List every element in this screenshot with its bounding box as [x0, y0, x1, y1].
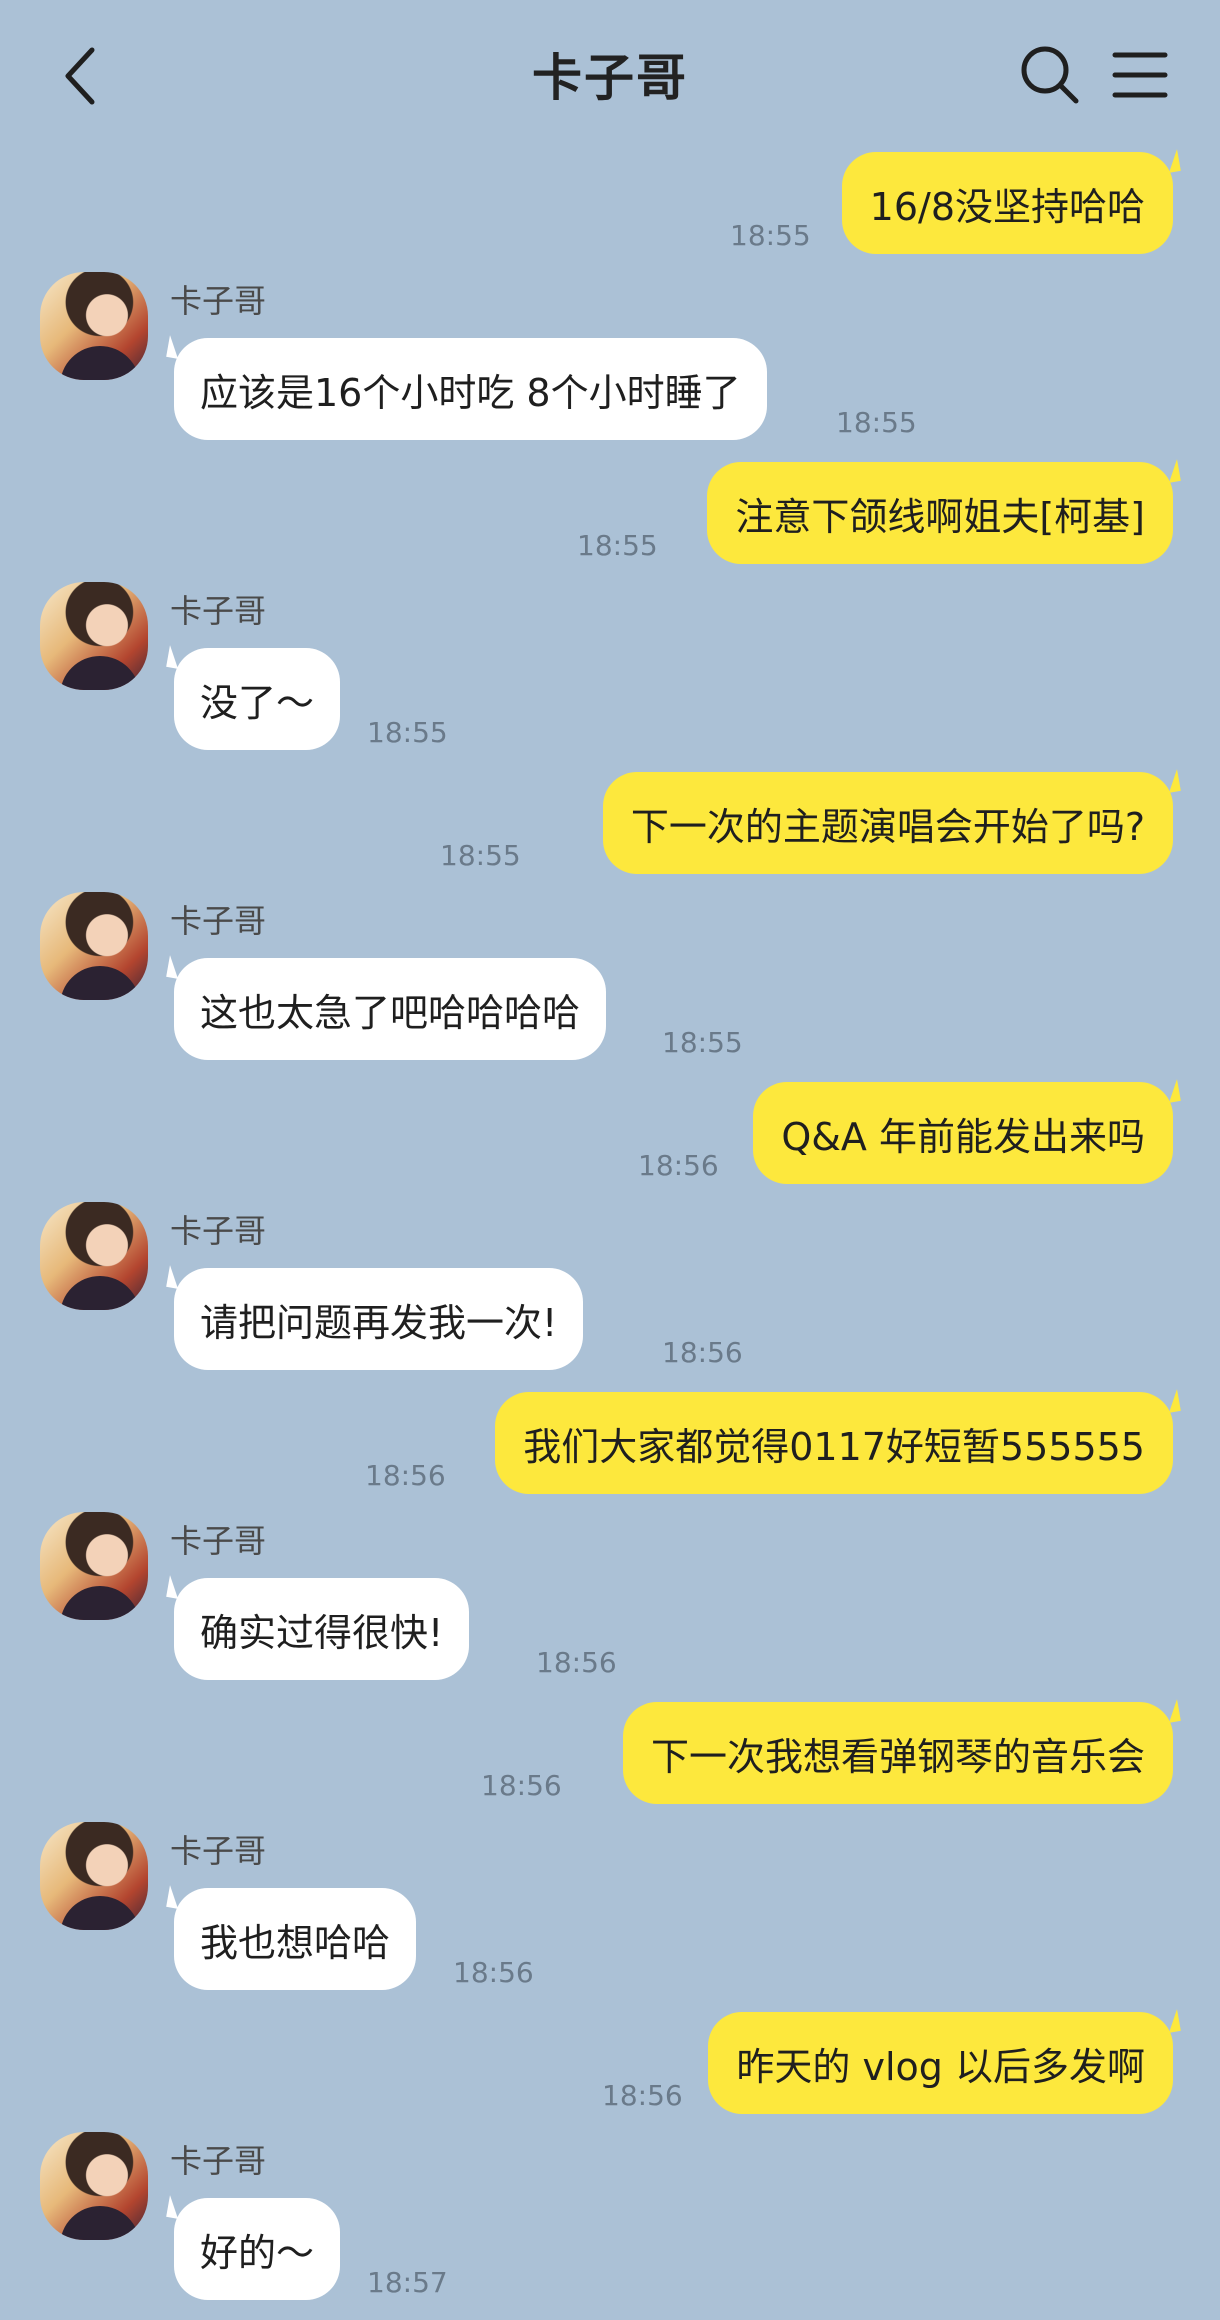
outgoing-message[interactable]: 注意下颌线啊姐夫[柯基]	[707, 462, 1173, 564]
avatar-image	[60, 656, 140, 690]
outgoing-message[interactable]: 我们大家都觉得0117好短暂555555	[495, 1392, 1173, 1494]
incoming-message[interactable]: 请把问题再发我一次!	[174, 1268, 584, 1370]
avatar-image	[60, 1586, 140, 1620]
message-time: 18:55	[367, 716, 448, 749]
outgoing-message[interactable]: Q&A 年前能发出来吗	[753, 1082, 1173, 1184]
sender-name: 卡子哥	[170, 282, 267, 320]
incoming-message[interactable]: 确实过得很快!	[174, 1578, 470, 1680]
message-time: 18:55	[836, 406, 917, 439]
contact-avatar[interactable]	[40, 1512, 148, 1620]
message-time: 18:55	[577, 529, 658, 562]
message-time: 18:56	[602, 2079, 683, 2112]
sender-name: 卡子哥	[170, 1522, 267, 1560]
incoming-message[interactable]: 没了～	[174, 648, 341, 750]
outgoing-message[interactable]: 下一次的主题演唱会开始了吗?	[602, 772, 1173, 874]
avatar-image	[60, 966, 140, 1000]
avatar-image	[60, 1276, 140, 1310]
sender-name: 卡子哥	[170, 1212, 267, 1250]
message-time: 18:55	[662, 1026, 743, 1059]
contact-avatar[interactable]	[40, 1822, 148, 1930]
message-time: 18:57	[367, 2266, 448, 2299]
contact-avatar[interactable]	[40, 892, 148, 1000]
contact-avatar[interactable]	[40, 582, 148, 690]
contact-avatar[interactable]	[40, 272, 148, 380]
message-time: 18:56	[481, 1769, 562, 1802]
message-time: 18:56	[536, 1646, 617, 1679]
outgoing-message[interactable]: 16/8没坚持哈哈	[841, 152, 1173, 254]
sender-name: 卡子哥	[170, 592, 267, 630]
avatar-image	[60, 346, 140, 380]
outgoing-message[interactable]: 昨天的 vlog 以后多发啊	[708, 2012, 1173, 2114]
incoming-message[interactable]: 这也太急了吧哈哈哈哈	[174, 958, 607, 1060]
sender-name: 卡子哥	[170, 1832, 267, 1870]
incoming-message[interactable]: 我也想哈哈	[174, 1888, 417, 1990]
avatar-image	[60, 2206, 140, 2240]
message-time: 18:56	[453, 1956, 534, 1989]
incoming-message[interactable]: 好的～	[174, 2198, 341, 2300]
message-list[interactable]: 16/8没坚持哈哈 18:55 卡子哥 应该是16个小时吃 8个小时睡了 18:…	[0, 0, 1220, 2320]
sender-name: 卡子哥	[170, 902, 267, 940]
message-time: 18:56	[365, 1459, 446, 1492]
contact-avatar[interactable]	[40, 1202, 148, 1310]
incoming-message[interactable]: 应该是16个小时吃 8个小时睡了	[174, 338, 767, 440]
message-time: 18:55	[440, 839, 521, 872]
message-time: 18:55	[730, 219, 811, 252]
message-time: 18:56	[662, 1336, 743, 1369]
message-time: 18:56	[638, 1149, 719, 1182]
outgoing-message[interactable]: 下一次我想看弹钢琴的音乐会	[622, 1702, 1173, 1804]
contact-avatar[interactable]	[40, 2132, 148, 2240]
avatar-image	[60, 1896, 140, 1930]
sender-name: 卡子哥	[170, 2142, 267, 2180]
